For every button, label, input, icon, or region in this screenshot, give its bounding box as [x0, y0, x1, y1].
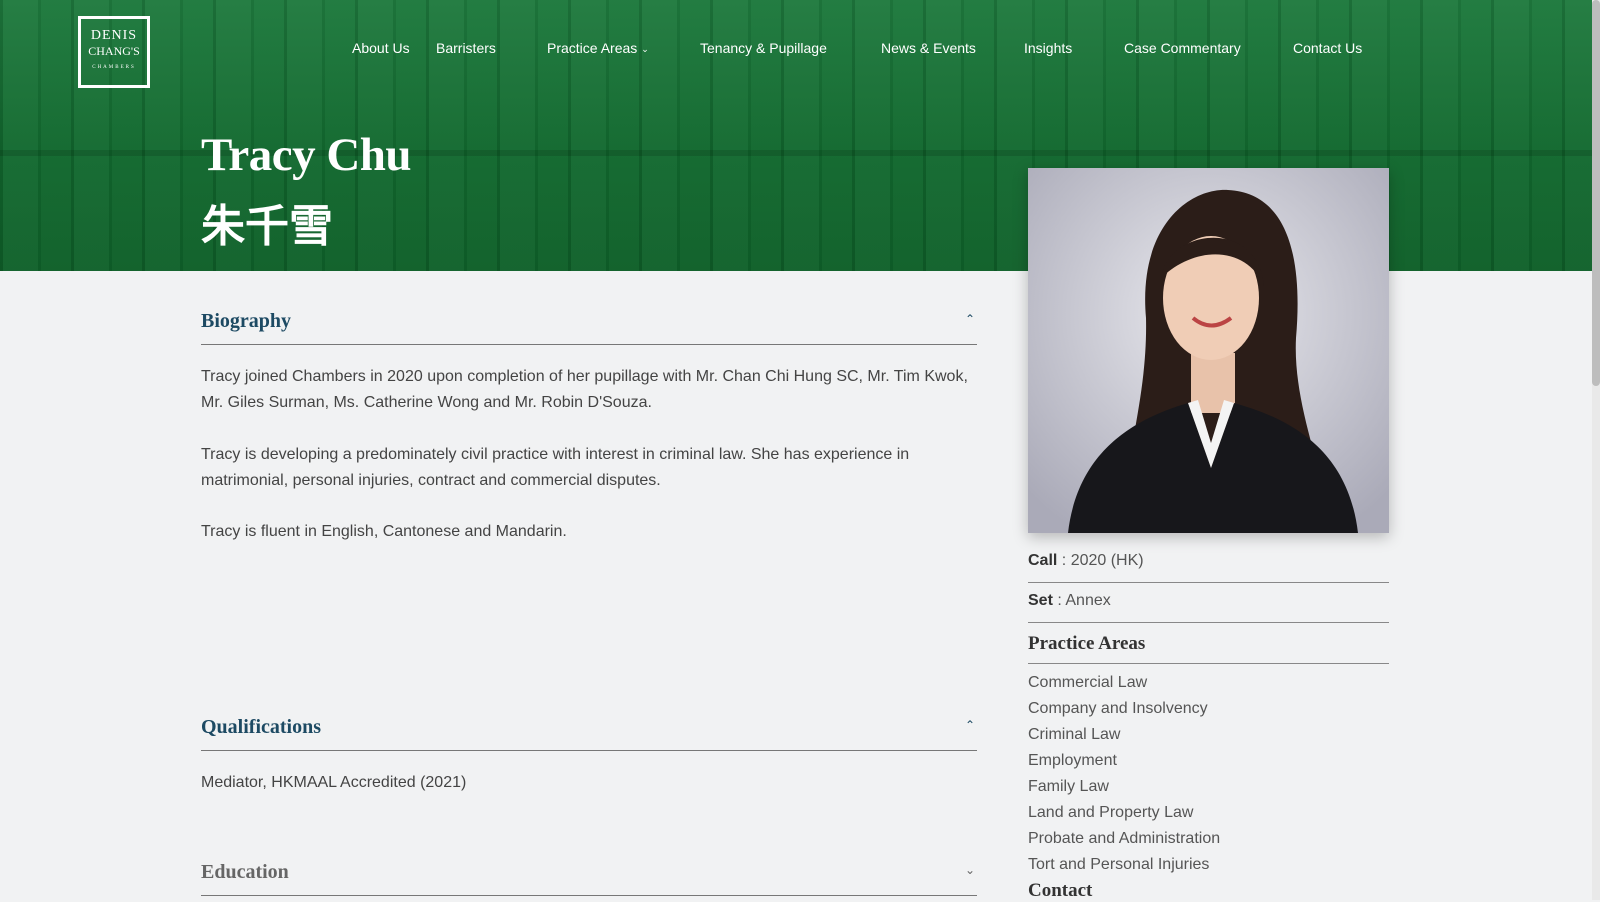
practice-area-item[interactable]: Employment — [1028, 748, 1389, 774]
practice-area-item[interactable]: Criminal Law — [1028, 722, 1389, 748]
barrister-chinese-name: 朱千雪 — [201, 201, 333, 252]
biography-paragraph-3: Tracy is fluent in English, Cantonese an… — [201, 523, 567, 540]
practice-area-item[interactable]: Land and Property Law — [1028, 800, 1389, 826]
nav-insights[interactable]: Insights — [1024, 40, 1072, 56]
scrollbar-thumb[interactable] — [1592, 0, 1600, 386]
nav-tenancy-pupillage[interactable]: Tenancy & Pupillage — [700, 40, 827, 56]
chevron-down-icon: ⌄ — [641, 44, 649, 54]
practice-area-item[interactable]: Commercial Law — [1028, 670, 1389, 696]
barrister-details: Call : 2020 (HK) Set : Annex Practice Ar… — [1028, 552, 1389, 902]
logo-line-1: DENIS — [90, 28, 138, 43]
nav-news-events[interactable]: News & Events — [881, 40, 976, 56]
education-title: Education — [201, 861, 289, 883]
nav-about-us[interactable]: About Us — [352, 40, 410, 56]
set-row: Set : Annex — [1028, 592, 1389, 623]
biography-title: Biography — [201, 310, 292, 332]
barrister-portrait — [1028, 168, 1389, 533]
logo-line-2: CHANG'S — [88, 44, 140, 58]
qualifications-title: Qualifications — [201, 716, 322, 738]
chevron-down-icon[interactable]: ⌄ — [965, 863, 975, 877]
nav-practice-areas-label: Practice Areas — [547, 40, 638, 56]
portrait-image — [1028, 168, 1389, 533]
nav-contact-us[interactable]: Contact Us — [1293, 40, 1362, 56]
education-header[interactable]: Education ⌄ — [201, 861, 977, 896]
biography-paragraph-1: Tracy joined Chambers in 2020 upon compl… — [201, 368, 968, 411]
scrollbar-track[interactable] — [1592, 0, 1600, 900]
set-label: Set — [1028, 592, 1053, 609]
qualification-item: Mediator, HKMAAL Accredited (2021) — [201, 774, 467, 791]
practice-area-item[interactable]: Tort and Personal Injuries — [1028, 852, 1389, 878]
set-value: : Annex — [1057, 592, 1111, 609]
logo-line-3: CHAMBERS — [92, 65, 136, 70]
nav-barristers[interactable]: Barristers — [436, 40, 496, 56]
nav-practice-areas[interactable]: Practice Areas ⌄ — [547, 40, 649, 56]
call-row: Call : 2020 (HK) — [1028, 552, 1389, 583]
barrister-name: Tracy Chu — [201, 129, 412, 181]
call-value: : 2020 (HK) — [1061, 552, 1144, 569]
call-label: Call — [1028, 552, 1058, 569]
site-logo[interactable]: DENIS CHANG'S CHAMBERS — [78, 16, 150, 88]
practice-area-item[interactable]: Family Law — [1028, 774, 1389, 800]
practice-areas-title: Practice Areas — [1028, 633, 1389, 664]
qualifications-header[interactable]: Qualifications ⌃ — [201, 716, 977, 751]
chevron-up-icon[interactable]: ⌃ — [965, 718, 975, 732]
practice-areas-list: Commercial Law Company and Insolvency Cr… — [1028, 670, 1389, 878]
contact-title: Contact — [1028, 880, 1093, 901]
biography-paragraph-2: Tracy is developing a predominately civi… — [201, 446, 910, 489]
nav-case-commentary[interactable]: Case Commentary — [1124, 40, 1241, 56]
chevron-up-icon[interactable]: ⌃ — [965, 312, 975, 326]
practice-area-item[interactable]: Company and Insolvency — [1028, 696, 1389, 722]
biography-header[interactable]: Biography ⌃ — [201, 310, 977, 345]
practice-area-item[interactable]: Probate and Administration — [1028, 826, 1389, 852]
